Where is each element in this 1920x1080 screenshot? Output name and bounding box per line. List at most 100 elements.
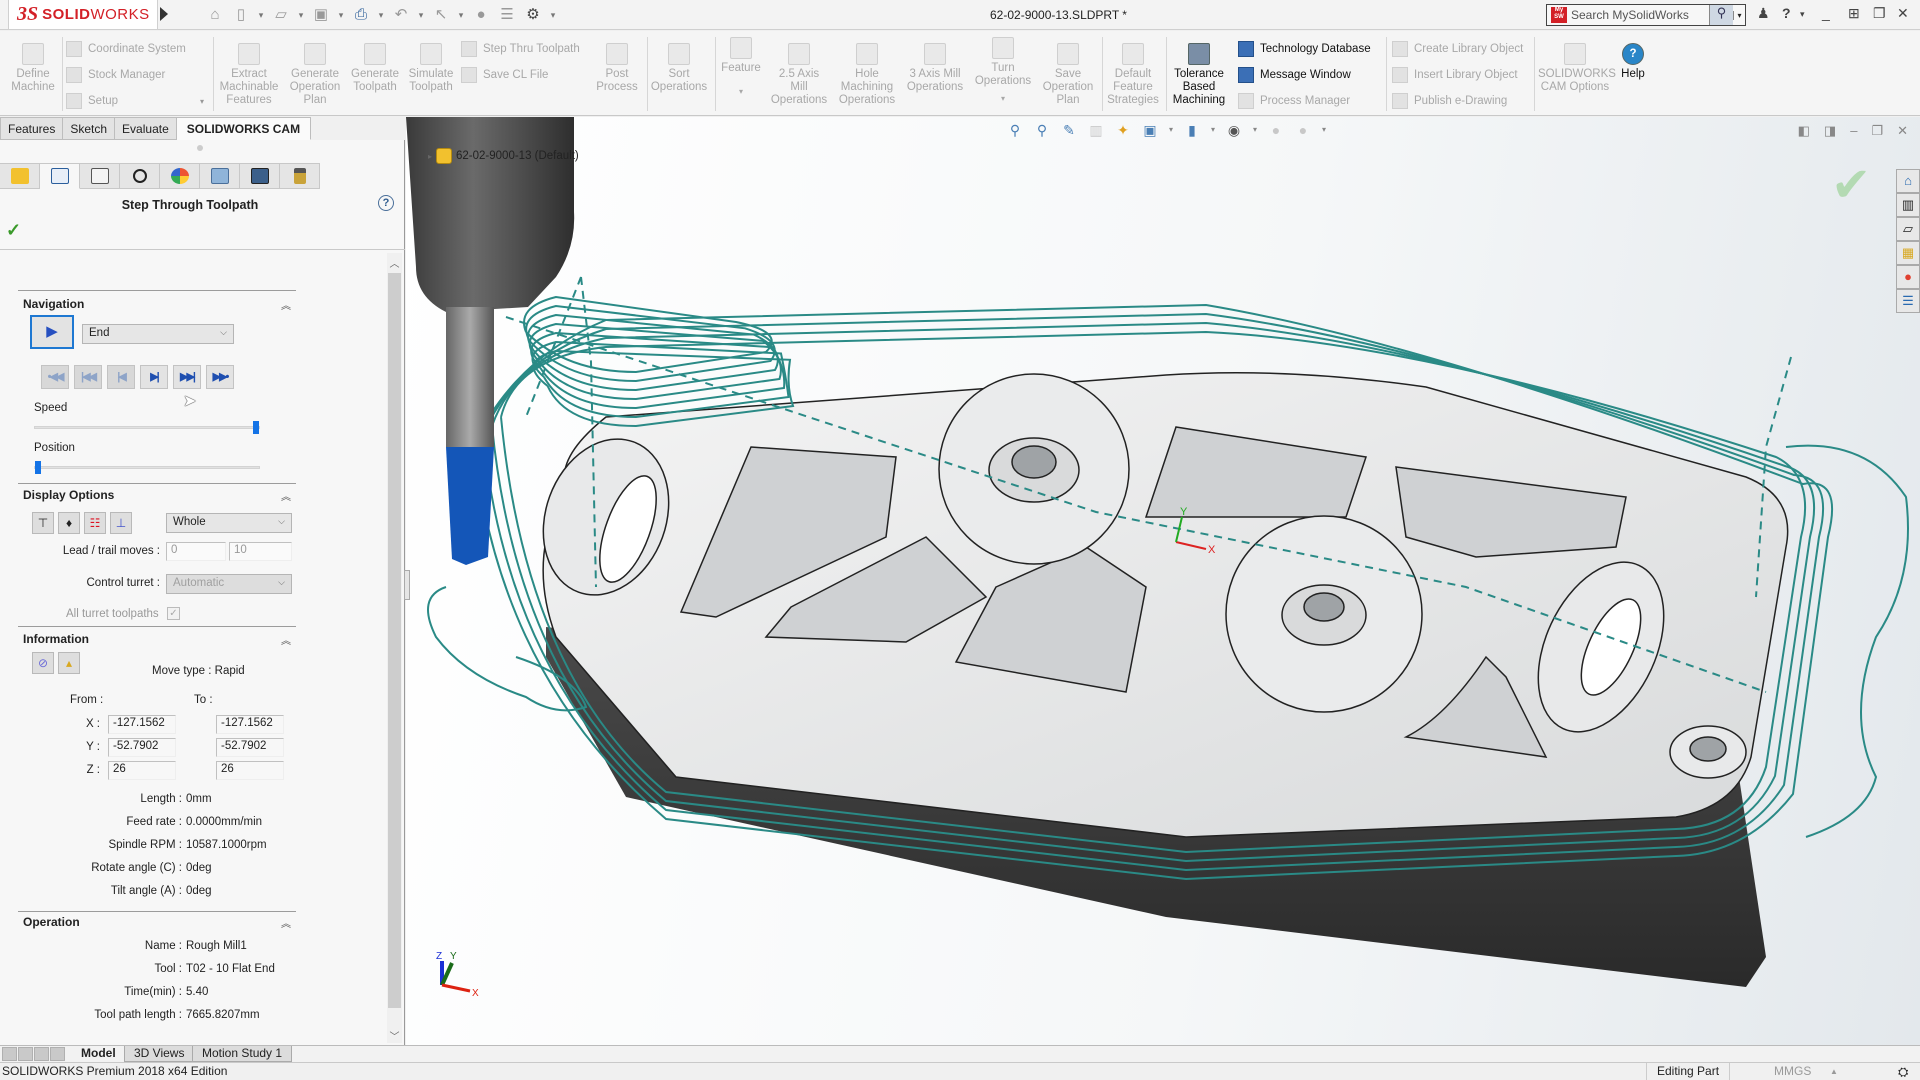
tolerance-based-machining-button[interactable]: Tolerance Based Machining xyxy=(1168,43,1230,107)
previous-view-icon[interactable]: ✎ xyxy=(1060,121,1078,139)
speed-slider[interactable] xyxy=(34,421,260,434)
solidworks-logo[interactable]: 3S SOLIDWORKS xyxy=(8,0,158,30)
new-dropdown-icon[interactable]: ▾ xyxy=(257,6,265,24)
view-orientation-dropdown-icon[interactable]: ▾ xyxy=(1168,121,1174,139)
tab-sketch[interactable]: Sketch xyxy=(63,117,116,140)
define-machine-button[interactable]: Define Machine xyxy=(8,43,58,94)
search-input[interactable]: Search MySolidWorks xyxy=(1571,8,1709,22)
rapid-moves-icon[interactable]: ⊥ xyxy=(110,512,132,534)
2-5-axis-mill-operations-button[interactable]: 2.5 Axis Mill Operations xyxy=(768,43,830,107)
units-selector[interactable]: MMGS xyxy=(1774,1063,1811,1080)
apply-scene-dropdown-icon[interactable]: ▾ xyxy=(1321,121,1327,139)
section-view-icon[interactable]: ▥ xyxy=(1087,121,1105,139)
create-library-object-button[interactable]: Create Library Object xyxy=(1392,41,1523,57)
scroll-thumb[interactable] xyxy=(388,273,401,1008)
dynamic-annotation-icon[interactable]: ✦ xyxy=(1114,121,1132,139)
panel-split-handle[interactable] xyxy=(197,145,203,151)
post-process-button[interactable]: Post Process xyxy=(592,43,642,94)
message-window-button[interactable]: Message Window xyxy=(1238,67,1351,83)
appearances-icon[interactable]: ● xyxy=(1896,265,1920,289)
scroll-up-icon[interactable]: ︿ xyxy=(387,255,402,270)
zoom-to-area-icon[interactable]: ⚲ xyxy=(1033,121,1051,139)
position-slider[interactable] xyxy=(34,461,260,474)
tab-configuration-manager[interactable] xyxy=(80,163,120,189)
search-dropdown-icon[interactable]: ▾ xyxy=(1733,10,1745,20)
hole-machining-operations-button[interactable]: Hole Machining Operations xyxy=(833,43,901,107)
control-turret-select[interactable]: Automatic ⌵ xyxy=(166,574,292,594)
display-style-dropdown-icon[interactable]: ▾ xyxy=(1210,121,1216,139)
simulate-toolpath-button[interactable]: Simulate Toolpath xyxy=(403,43,459,94)
step-thru-toolpath-button[interactable]: Step Thru Toolpath xyxy=(461,41,580,57)
all-turret-toolpaths-checkbox[interactable]: ✓ xyxy=(167,607,180,620)
display-style-icon[interactable]: ▮ xyxy=(1183,121,1201,139)
help-dropdown-icon[interactable]: ▾ xyxy=(1800,9,1805,20)
new-document-icon[interactable]: ▯ xyxy=(231,6,251,24)
play-button[interactable]: ▶ xyxy=(30,315,74,349)
turn-operations-button[interactable]: Turn Operations ▾ xyxy=(970,37,1036,105)
search-icon[interactable]: ⚲ xyxy=(1709,5,1733,25)
menu-expand-arrow-icon[interactable] xyxy=(160,7,168,21)
sort-operations-button[interactable]: Sort Operations xyxy=(648,43,710,94)
tab-property-manager[interactable] xyxy=(40,163,80,189)
help-menu-icon[interactable]: ? xyxy=(1782,5,1791,21)
undo-dropdown-icon[interactable]: ▾ xyxy=(417,6,425,24)
hide-show-items-icon[interactable]: ◉ xyxy=(1225,121,1243,139)
tab-motion-study-1[interactable]: Motion Study 1 xyxy=(192,1046,293,1062)
move-info-icon[interactable]: ⊘ xyxy=(32,652,54,674)
help-button[interactable]: ? Help xyxy=(1614,43,1652,81)
speed-slider-thumb[interactable] xyxy=(253,421,259,434)
collapse-display-options-icon[interactable]: ︽ xyxy=(281,488,291,503)
tab-evaluate[interactable]: Evaluate xyxy=(115,117,177,140)
close-button[interactable]: ✕ xyxy=(1897,5,1909,22)
zoom-to-fit-icon[interactable]: ⚲ xyxy=(1006,121,1024,139)
holder-display-icon[interactable]: ♦ xyxy=(58,512,80,534)
units-dropdown-icon[interactable]: ▲ xyxy=(1830,1063,1838,1080)
save-dropdown-icon[interactable]: ▾ xyxy=(337,6,345,24)
restore-button[interactable]: ❐ xyxy=(1873,5,1886,22)
tab-solidworks-cam[interactable]: SOLIDWORKS CAM xyxy=(176,117,312,140)
next-operation-button[interactable]: ▶▶| xyxy=(173,365,201,389)
scroll-last-icon[interactable] xyxy=(50,1047,65,1061)
tab-display-manager[interactable] xyxy=(160,163,200,189)
fit-window-button[interactable]: ⊞ xyxy=(1848,5,1860,22)
3d-model-scene[interactable]: X Y xyxy=(406,117,1920,1045)
open-dropdown-icon[interactable]: ▾ xyxy=(297,6,305,24)
rebuild-icon[interactable]: ● xyxy=(471,6,491,24)
apply-scene-icon[interactable]: ● xyxy=(1294,121,1312,139)
tab-features[interactable]: Features xyxy=(0,117,64,140)
step-mode-select[interactable]: End ⌵ xyxy=(82,324,234,344)
ok-checkmark-icon[interactable]: ✓ xyxy=(6,220,21,241)
turn-dropdown-icon[interactable]: ▾ xyxy=(970,92,1036,105)
feature-dropdown-icon[interactable]: ▾ xyxy=(716,85,766,98)
extract-machinable-features-button[interactable]: Extract Machinable Features xyxy=(216,43,282,107)
status-tooltip-icon[interactable]: ⛭ xyxy=(1898,1063,1908,1080)
default-feature-strategies-button[interactable]: Default Feature Strategies xyxy=(1104,43,1162,107)
trail-moves-input[interactable]: 10 xyxy=(229,542,292,561)
go-to-end-button[interactable]: ▶▶• xyxy=(206,365,234,389)
scroll-first-icon[interactable] xyxy=(2,1047,17,1061)
home-icon[interactable]: ⌂ xyxy=(205,6,225,24)
custom-properties-icon[interactable]: ☰ xyxy=(1896,289,1920,313)
search-mysolidworks[interactable]: My SW Search MySolidWorks ⚲ ▾ xyxy=(1546,4,1746,26)
go-to-start-button[interactable]: •◀◀ xyxy=(41,365,69,389)
tab-model[interactable]: Model xyxy=(72,1046,125,1062)
panel-scrollbar[interactable]: ︿ ﹀ xyxy=(387,253,402,1043)
file-properties-icon[interactable]: ☰ xyxy=(497,6,517,24)
save-operation-plan-button[interactable]: Save Operation Plan xyxy=(1038,43,1098,107)
tab-dimxpert-manager[interactable] xyxy=(120,163,160,189)
view-orientation-icon[interactable]: ▣ xyxy=(1141,121,1159,139)
viewport-restore-icon[interactable]: ❐ xyxy=(1871,123,1883,139)
previous-operation-button[interactable]: |◀◀ xyxy=(74,365,102,389)
process-manager-button[interactable]: Process Manager xyxy=(1238,93,1350,109)
tile-right-icon[interactable]: ◨ xyxy=(1824,123,1836,139)
scroll-prev-icon[interactable] xyxy=(18,1047,33,1061)
scroll-next-icon[interactable] xyxy=(34,1047,49,1061)
save-icon[interactable]: ▣ xyxy=(311,6,331,24)
technology-database-button[interactable]: Technology Database xyxy=(1238,41,1371,57)
select-dropdown-icon[interactable]: ▾ xyxy=(457,6,465,24)
collapse-navigation-icon[interactable]: ︽ xyxy=(281,297,291,312)
undo-icon[interactable]: ↶ xyxy=(391,6,411,24)
select-icon[interactable]: ↖ xyxy=(431,6,451,24)
view-palette-icon[interactable]: ▦ xyxy=(1896,241,1920,265)
3-axis-mill-operations-button[interactable]: 3 Axis Mill Operations xyxy=(901,43,969,94)
